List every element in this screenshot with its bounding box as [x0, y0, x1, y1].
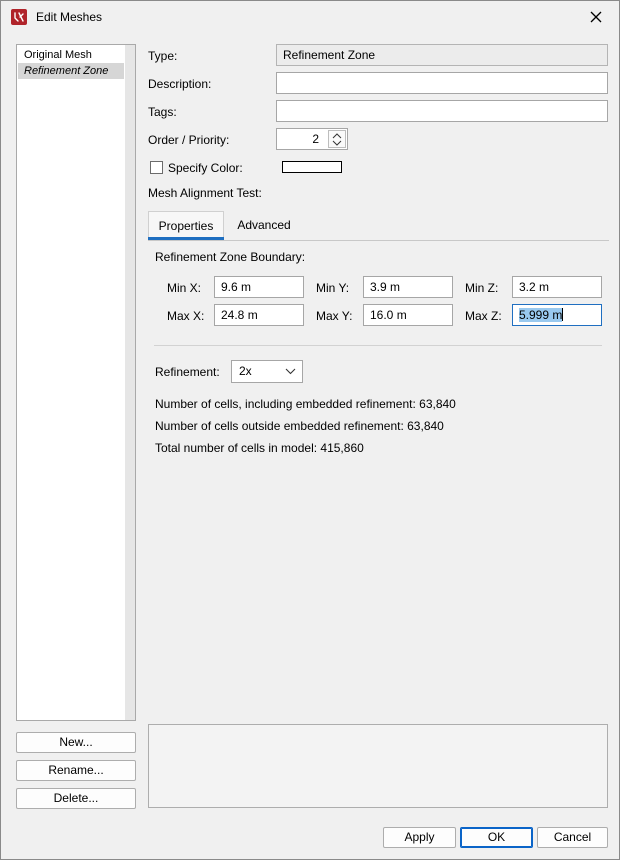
min-x-label: Min X: [167, 281, 202, 295]
max-z-field[interactable]: 5.999 m [512, 304, 602, 326]
total-cells-text: Total number of cells in model: 415,860 [155, 441, 364, 455]
specify-color-checkbox[interactable] [150, 161, 163, 174]
bottom-panel [148, 724, 608, 808]
text-caret [562, 308, 564, 321]
title-bar[interactable]: Edit Meshes [1, 1, 619, 33]
new-button[interactable]: New... [16, 732, 136, 753]
ok-button[interactable]: OK [460, 827, 533, 848]
cells-outside-embedded-text: Number of cells outside embedded refinem… [155, 419, 444, 433]
mesh-list-scrollbar[interactable] [125, 45, 135, 720]
cancel-button[interactable]: Cancel [537, 827, 608, 848]
delete-button[interactable]: Delete... [16, 788, 136, 809]
cells-including-embedded-text: Number of cells, including embedded refi… [155, 397, 456, 411]
min-y-field[interactable]: 3.9 m [363, 276, 453, 298]
max-z-selected-text: 5.999 m [519, 308, 563, 322]
max-z-label: Max Z: [465, 309, 502, 323]
order-priority-spinner[interactable]: 2 [276, 128, 348, 150]
mesh-list-item-refinement-zone[interactable]: Refinement Zone [18, 63, 124, 79]
mesh-alignment-test-label: Mesh Alignment Test: [148, 186, 262, 200]
tab-divider [148, 240, 609, 241]
color-swatch[interactable] [282, 161, 342, 173]
max-y-field[interactable]: 16.0 m [363, 304, 453, 326]
description-field[interactable] [276, 72, 608, 94]
section-separator [154, 345, 602, 346]
min-z-label: Min Z: [465, 281, 499, 295]
tab-advanced[interactable]: Advanced [226, 211, 302, 241]
refinement-label: Refinement: [155, 365, 220, 379]
min-x-field[interactable]: 9.6 m [214, 276, 304, 298]
min-z-field[interactable]: 3.2 m [512, 276, 602, 298]
order-priority-label: Order / Priority: [148, 133, 230, 147]
description-label: Description: [148, 77, 212, 91]
tags-field[interactable] [276, 100, 608, 122]
refinement-zone-boundary-label: Refinement Zone Boundary: [155, 250, 306, 264]
apply-button[interactable]: Apply [383, 827, 456, 848]
rename-button[interactable]: Rename... [16, 760, 136, 781]
specify-color-label: Specify Color: [168, 161, 243, 175]
refinement-select-value: 2x [239, 364, 252, 378]
pyrosim-app-icon [11, 9, 27, 25]
refinement-select[interactable]: 2x [231, 360, 303, 383]
max-x-field[interactable]: 24.8 m [214, 304, 304, 326]
max-y-label: Max Y: [316, 309, 353, 323]
type-field: Refinement Zone [276, 44, 608, 66]
close-button[interactable] [573, 1, 619, 33]
chevron-down-icon [285, 368, 296, 375]
order-priority-value: 2 [312, 132, 319, 146]
min-y-label: Min Y: [316, 281, 350, 295]
window-title: Edit Meshes [36, 10, 103, 24]
spinner-up-down-icon [332, 133, 342, 146]
mesh-list-item-original-mesh[interactable]: Original Mesh [18, 47, 124, 63]
type-label: Type: [148, 49, 178, 63]
tags-label: Tags: [148, 105, 177, 119]
max-x-label: Max X: [167, 309, 205, 323]
close-icon [590, 11, 602, 23]
edit-meshes-dialog: Edit Meshes Original Mesh Refinement Zon… [0, 0, 620, 860]
mesh-list[interactable]: Original Mesh Refinement Zone [16, 44, 136, 721]
spinner-arrows[interactable] [328, 130, 346, 148]
